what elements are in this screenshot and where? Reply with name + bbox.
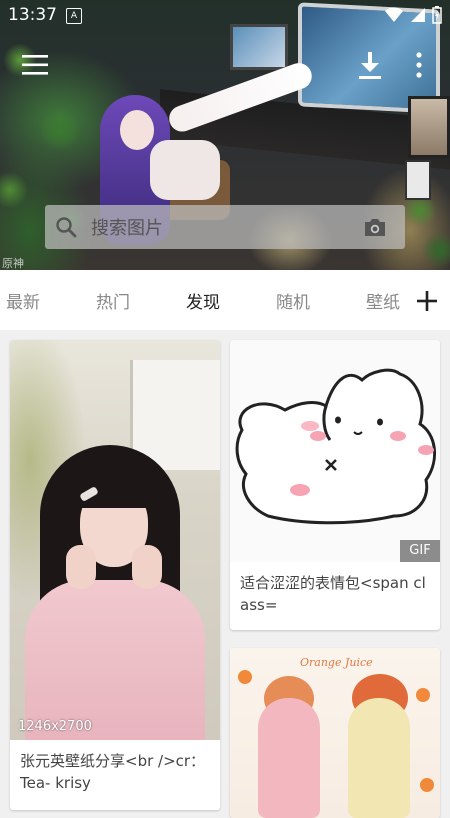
search-input[interactable] [89,214,353,242]
photo-subject-hand [132,545,162,589]
more-vertical-icon[interactable] [412,50,426,80]
tab-discover[interactable]: 发现 [186,288,220,313]
gif-badge: GIF [400,540,440,562]
battery-charging-icon [432,6,442,24]
character-body [150,140,220,200]
image-feed: 1246x2700 张元英壁纸分享<br />cr：Tea- krisy GIF… [0,330,450,818]
tab-latest[interactable]: 最新 [6,288,40,313]
speaker-decoration [405,160,431,200]
menu-icon[interactable] [22,54,48,76]
cat-sticker-illustration [235,368,437,525]
illustration-character [258,698,320,818]
illustration-character [348,698,410,818]
monitor-decoration [408,96,450,158]
tab-hot[interactable]: 热门 [96,288,130,313]
status-bar: 13:37 A [0,0,450,30]
card-image[interactable]: GIF [230,340,440,562]
fruit-decoration [420,778,434,792]
photo-subject-bangs [72,468,158,508]
image-size-badge: 1246x2700 [18,719,92,734]
card-caption[interactable]: 张元英壁纸分享<br />cr：Tea- krisy [10,740,220,804]
card-caption[interactable]: 适合涩涩的表情包<span class= [230,562,440,626]
image-card[interactable]: GIF 适合涩涩的表情包<span class= [230,340,440,630]
card-image[interactable]: 1246x2700 [10,340,220,740]
download-icon[interactable] [356,50,384,80]
category-tabs: 最新 热门 发现 随机 壁纸 [0,270,450,330]
image-title-text: Orange Juice [300,656,373,669]
signal-icon [411,8,425,22]
image-card[interactable]: 1246x2700 张元英壁纸分享<br />cr：Tea- krisy [10,340,220,810]
fruit-decoration [416,688,430,702]
character-face [120,110,154,150]
search-icon[interactable] [55,216,77,238]
tab-wallpaper[interactable]: 壁纸 [366,288,400,313]
camera-icon[interactable] [363,216,387,238]
photo-subject-hand [66,545,96,589]
photo-subject-sweater [25,580,205,740]
image-card[interactable]: Orange Juice [230,648,440,818]
tab-random[interactable]: 随机 [276,288,310,313]
banner-watermark: 原神 [2,257,24,270]
status-icons [384,6,442,24]
card-image[interactable]: Orange Juice [230,648,440,818]
notification-icon: A [66,8,82,24]
monitor-decoration [230,24,288,70]
wifi-icon [385,7,403,23]
fruit-decoration [238,670,252,684]
plus-icon[interactable] [416,290,438,312]
status-time: 13:37 [8,5,57,25]
search-bar[interactable] [45,205,405,249]
